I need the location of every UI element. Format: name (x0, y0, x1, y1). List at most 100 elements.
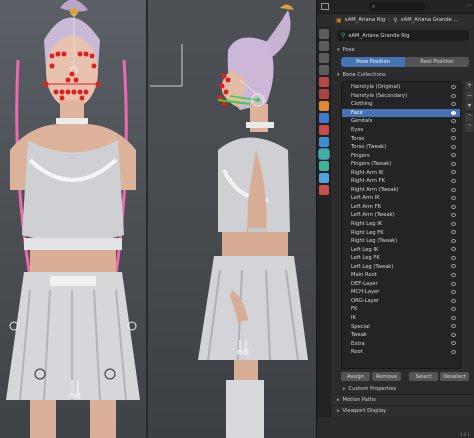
visibility-eye-icon[interactable] (451, 161, 456, 166)
bone-collection-item[interactable]: Right Leg (Tweak) (342, 237, 460, 246)
list-menu-button[interactable]: ▾ (465, 101, 473, 110)
visibility-eye-icon[interactable] (451, 315, 456, 320)
options-icon[interactable]: ⋯ (465, 2, 471, 9)
bone-tab-icon[interactable] (319, 161, 329, 171)
scene-tab-icon[interactable] (319, 77, 329, 87)
viewport-display-section[interactable]: ▸ Viewport Display (333, 405, 473, 416)
bone-collection-item[interactable]: Tweak (342, 331, 460, 340)
visibility-eye-icon[interactable] (451, 238, 456, 243)
bone-collection-item[interactable]: Face (342, 108, 460, 118)
visibility-eye-icon[interactable] (451, 187, 456, 192)
bone-collection-item[interactable]: Special (342, 322, 460, 331)
bone-collection-item[interactable]: Clothing (342, 100, 460, 109)
armature-data-tab-icon[interactable] (318, 148, 330, 160)
bone-collection-item[interactable]: FK (342, 305, 460, 314)
search-input[interactable]: ⌕ (369, 2, 425, 11)
bone-constraints-tab-icon[interactable] (319, 173, 329, 183)
visibility-eye-icon[interactable] (451, 85, 456, 89)
bone-collection-item[interactable]: Fingers (342, 151, 460, 160)
bone-collection-item[interactable]: Left Leg (Tweak) (342, 262, 460, 271)
visibility-eye-icon[interactable] (451, 102, 456, 107)
modifiers-tab-icon[interactable] (319, 113, 329, 123)
bone-collection-item[interactable]: Root (342, 348, 460, 357)
visibility-eye-icon[interactable] (451, 247, 456, 252)
visibility-eye-icon[interactable] (451, 127, 456, 132)
view-layer-tab-icon[interactable] (319, 65, 329, 75)
select-button[interactable]: Select (409, 372, 438, 381)
bone-collection-item[interactable]: Torso (342, 134, 460, 143)
visibility-eye-icon[interactable] (451, 264, 456, 269)
armature-data-field[interactable]: ⚲ xAM_Ariana Grande Rig (337, 30, 469, 41)
visibility-eye-icon[interactable] (451, 332, 456, 337)
pose-position-button[interactable]: Pose Position (341, 57, 405, 67)
3d-viewport[interactable] (0, 0, 316, 438)
visibility-eye-icon[interactable] (451, 230, 456, 235)
visibility-eye-icon[interactable] (451, 119, 456, 124)
texture-tab-icon[interactable] (319, 185, 329, 195)
bone-collection-item[interactable]: Genitals (342, 117, 460, 126)
render-tab-icon[interactable] (319, 41, 329, 51)
bone-collection-item[interactable]: Torso (Tweak) (342, 143, 460, 152)
visibility-eye-icon[interactable] (451, 324, 456, 329)
editor-type-icon[interactable] (321, 3, 329, 10)
visibility-eye-icon[interactable] (451, 170, 456, 175)
bone-collection-item[interactable]: IK (342, 314, 460, 323)
custom-properties-subsection[interactable]: ▸ Custom Properties (333, 384, 473, 394)
side-view[interactable] (148, 0, 316, 438)
tool-tab-icon[interactable] (319, 29, 329, 39)
breadcrumb-object[interactable]: xAM_Ariana Rig (345, 17, 385, 23)
visibility-eye-icon[interactable] (451, 349, 456, 354)
physics-tab-icon[interactable] (319, 137, 329, 147)
visibility-eye-icon[interactable] (451, 144, 456, 149)
rest-position-button[interactable]: Rest Position (405, 57, 469, 67)
bone-collection-item[interactable]: Left Arm FK (342, 203, 460, 212)
bone-collection-item[interactable]: Left Leg IK (342, 245, 460, 254)
visibility-eye-icon[interactable] (451, 179, 456, 184)
deselect-button[interactable]: Deselect (440, 372, 469, 381)
add-collection-button[interactable]: + (465, 81, 473, 90)
visibility-eye-icon[interactable] (451, 307, 456, 312)
bone-collections-list[interactable]: Hairstyle (Original) Hairstyle (Secondary… (341, 81, 461, 369)
bone-collection-item[interactable]: ORG-Layer (342, 297, 460, 306)
move-up-button[interactable]: ˄ (465, 113, 473, 122)
front-view[interactable] (0, 0, 146, 438)
visibility-eye-icon[interactable] (451, 196, 456, 201)
move-down-button[interactable]: ˅ (465, 123, 473, 132)
motion-paths-section[interactable]: ▸ Motion Paths (333, 394, 473, 405)
visibility-eye-icon[interactable] (451, 110, 456, 115)
visibility-eye-icon[interactable] (451, 136, 456, 141)
bone-collection-item[interactable]: MCH-Layer (342, 288, 460, 297)
bone-collection-item[interactable]: Left Arm (Tweak) (342, 211, 460, 220)
visibility-eye-icon[interactable] (451, 255, 456, 260)
visibility-eye-icon[interactable] (451, 341, 456, 346)
bone-collection-item[interactable]: Right Leg FK (342, 228, 460, 237)
visibility-eye-icon[interactable] (451, 298, 456, 303)
bone-collection-item[interactable]: Hairstyle (Original) (342, 83, 460, 92)
bone-collection-item[interactable]: Hairstyle (Secondary) (342, 92, 460, 101)
bone-collection-item[interactable]: Fingers (Tweak) (342, 160, 460, 169)
bone-collection-item[interactable]: Extra (342, 339, 460, 348)
pose-section-header[interactable]: ▾ Pose (333, 45, 473, 55)
visibility-eye-icon[interactable] (451, 213, 456, 218)
remove-button[interactable]: Remove (372, 372, 401, 381)
world-tab-icon[interactable] (319, 89, 329, 99)
output-tab-icon[interactable] (319, 53, 329, 63)
bone-collection-item[interactable]: Right Arm IK (342, 168, 460, 177)
particles-tab-icon[interactable] (319, 125, 329, 135)
visibility-eye-icon[interactable] (451, 153, 456, 158)
bone-collection-item[interactable]: Main Root (342, 271, 460, 280)
bone-collection-item[interactable]: Left Leg FK (342, 254, 460, 263)
remove-collection-button[interactable]: − (465, 91, 473, 100)
bone-collection-item[interactable]: Left Arm IK (342, 194, 460, 203)
visibility-eye-icon[interactable] (451, 204, 456, 209)
visibility-eye-icon[interactable] (451, 281, 456, 286)
bone-collection-item[interactable]: Right Arm (Tweak) (342, 186, 460, 195)
object-tab-icon[interactable] (319, 101, 329, 111)
bone-collection-item[interactable]: DEF-Layer (342, 280, 460, 289)
assign-button[interactable]: Assign (341, 372, 370, 381)
bone-collection-item[interactable]: Eyes (342, 126, 460, 135)
breadcrumb-armature[interactable]: xAM_Ariana Grande ... (401, 17, 459, 23)
visibility-eye-icon[interactable] (451, 93, 456, 98)
bone-collection-item[interactable]: Right Leg IK (342, 220, 460, 229)
visibility-eye-icon[interactable] (451, 221, 456, 226)
